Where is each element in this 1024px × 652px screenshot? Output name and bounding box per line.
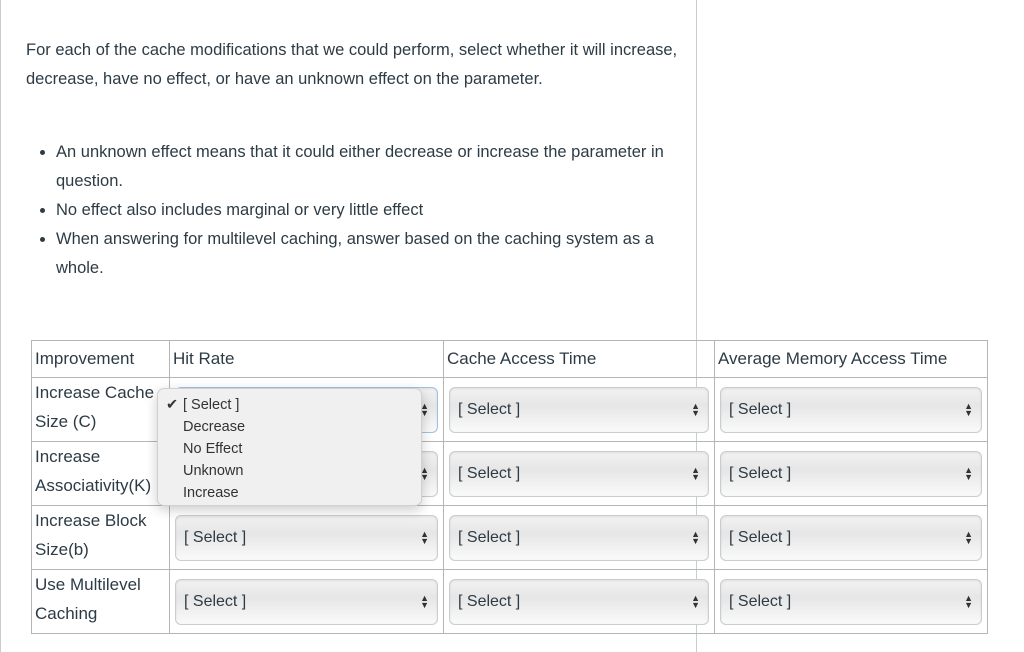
select-cache-access-time[interactable]: [ Select ] ▲ ▼ (449, 578, 709, 625)
bullet: When answering for multilevel caching, a… (56, 225, 696, 283)
cell-cache-access-time: [ Select ] ▲ ▼ (443, 441, 715, 506)
cell-amat: [ Select ] ▲ ▼ (714, 441, 988, 506)
option-no-effect[interactable]: No Effect (158, 438, 421, 460)
select-value: [ Select ] (458, 401, 521, 418)
cell-hit-rate: [ Select ] ▲▼ (169, 569, 444, 634)
header-cache-access-time: Cache Access Time (443, 340, 715, 378)
up-down-arrows-icon: ▲ ▼ (964, 400, 973, 418)
cell-amat: [ Select ] ▲ ▼ (714, 569, 988, 634)
cell-cache-access-time: [ Select ] ▲ ▼ (443, 569, 715, 634)
select-value: [ Select ] (729, 593, 792, 610)
up-down-arrows-icon: ▲ ▼ (691, 592, 700, 610)
dropdown-menu[interactable]: ✔[ Select ] Decrease No Effect Unknown I… (157, 388, 422, 506)
select-amat[interactable]: [ Select ] ▲ ▼ (720, 450, 982, 497)
cell-amat: [ Select ] ▲ ▼ (714, 377, 988, 442)
select-value: [ Select ] (458, 593, 521, 610)
header-improvement: Improvement (31, 340, 170, 378)
up-down-arrows-icon: ▲ ▼ (420, 528, 429, 546)
option-unknown[interactable]: Unknown (158, 460, 421, 482)
option-increase[interactable]: Increase (158, 482, 421, 504)
select-value: [ Select ] (458, 529, 521, 546)
instruction-bullets: An unknown effect means that it could ei… (26, 138, 696, 283)
select-amat[interactable]: [ Select ] ▲ ▼ (720, 578, 982, 625)
select-value: [ Select ] (458, 465, 521, 482)
improvement-label: Increase Associativity(K) (31, 441, 170, 506)
up-down-arrows-icon: ▲ ▼ (691, 400, 700, 418)
cell-hit-rate: [ Select ] ▲▼ (169, 505, 444, 570)
cell-cache-access-time: [ Select ] ▲ ▼ (443, 377, 715, 442)
option-decrease[interactable]: Decrease (158, 416, 421, 438)
header-row: Improvement Hit Rate Cache Access Time A… (31, 340, 988, 378)
instructions: For each of the cache modifications that… (26, 41, 678, 88)
select-value: [ Select ] (184, 529, 247, 546)
option-select[interactable]: ✔[ Select ] (158, 394, 421, 416)
select-amat[interactable]: [ Select ] ▲ ▼ (720, 514, 982, 561)
bullet: An unknown effect means that it could ei… (56, 138, 696, 196)
select-value: [ Select ] (729, 465, 792, 482)
up-down-arrows-icon: ▲ ▼ (691, 464, 700, 482)
select-cache-access-time[interactable]: [ Select ] ▲ ▼ (449, 450, 709, 497)
select-value: [ Select ] (184, 593, 247, 610)
select-cache-access-time[interactable]: [ Select ] ▲ ▼ (449, 386, 709, 433)
select-value: [ Select ] (729, 529, 792, 546)
up-down-arrows-icon: ▲ ▼ (691, 528, 700, 546)
select-hit-rate[interactable]: [ Select ] ▲▼ (175, 578, 438, 625)
improvement-label: Use Multilevel Caching (31, 569, 170, 634)
up-down-arrows-icon: ▲ ▼ (964, 592, 973, 610)
cell-cache-access-time: [ Select ] ▲ ▼ (443, 505, 715, 570)
select-value: [ Select ] (729, 401, 792, 418)
table-row: Use Multilevel Caching[ Select ] ▲ ▼[ Sele… (31, 569, 988, 634)
up-down-arrows-icon: ▲ ▼ (964, 464, 973, 482)
select-hit-rate[interactable]: [ Select ] ▲▼ (175, 514, 438, 561)
cell-amat: [ Select ] ▲ ▼ (714, 505, 988, 570)
improvement-label: Increase Block Size(b) (31, 505, 170, 570)
header-amat: Average Memory Access Time (714, 340, 988, 378)
up-down-arrows-icon: ▲ ▼ (964, 528, 973, 546)
header-hit-rate: Hit Rate (169, 340, 444, 378)
select-cache-access-time[interactable]: [ Select ] ▲ ▼ (449, 514, 709, 561)
up-down-arrows-icon: ▲ ▼ (420, 592, 429, 610)
select-amat[interactable]: [ Select ] ▲ ▼ (720, 386, 982, 433)
table-row: Increase Block Size(b)[ Select ] ▲ ▼[ Sele… (31, 505, 988, 570)
bullet: No effect also includes marginal or very… (56, 196, 696, 225)
checkmark-icon: ✔ (166, 397, 179, 413)
improvement-label: Increase Cache Size (C) (31, 377, 170, 442)
